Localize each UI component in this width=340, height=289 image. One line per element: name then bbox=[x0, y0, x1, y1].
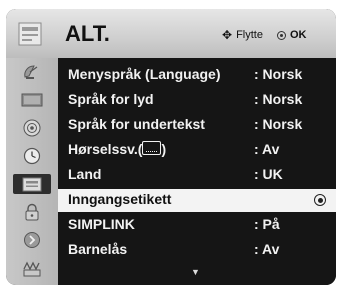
menu-row-label: Menyspråk (Language) bbox=[68, 66, 221, 82]
menu-row-label: Språk for lyd bbox=[68, 91, 154, 107]
ok-button-icon bbox=[276, 30, 286, 40]
sidebar-item-audio[interactable] bbox=[13, 118, 51, 138]
settings-panel: ALT. ✥ Flytte OK Menyspråk (Language): … bbox=[6, 9, 336, 285]
menu-row-input-label[interactable]: Inngangsetikett bbox=[58, 189, 336, 212]
category-sidebar bbox=[6, 58, 58, 285]
menu-row-value: : Norsk bbox=[254, 116, 303, 132]
sidebar-item-input[interactable] bbox=[13, 230, 51, 250]
menu-row-value: : På bbox=[254, 216, 280, 232]
sidebar-item-option[interactable] bbox=[13, 174, 51, 194]
menu-row-label: Land bbox=[68, 166, 102, 182]
sidebar-item-lock[interactable] bbox=[13, 202, 51, 222]
menu-row-label: Språk for undertekst bbox=[68, 116, 205, 132]
usb-media-icon bbox=[23, 261, 41, 277]
menu-row-label: Inngangsetikett bbox=[68, 191, 172, 207]
satellite-dish-icon bbox=[24, 65, 38, 79]
page-title: ALT. bbox=[65, 21, 110, 46]
sidebar-item-time[interactable] bbox=[13, 146, 51, 166]
four-way-arrow-icon: ✥ bbox=[222, 28, 233, 42]
subtitle-cc-icon bbox=[142, 141, 162, 155]
menu-row-child-lock[interactable]: Barnelås : Av bbox=[58, 239, 336, 262]
menu-row-simplink[interactable]: SIMPLINK : På bbox=[58, 214, 336, 237]
menu-header: ALT. ✥ Flytte OK bbox=[6, 9, 336, 58]
menu-row-label: Barnelås bbox=[68, 241, 128, 257]
menu-row-menu-language[interactable]: Menyspråk (Language) : Norsk bbox=[58, 64, 336, 87]
option-toolbox-icon bbox=[22, 177, 42, 192]
menu-row-value: : Norsk bbox=[254, 91, 303, 107]
settings-options-icon bbox=[10, 15, 50, 53]
menu-row-label: SIMPLINK bbox=[68, 216, 135, 232]
menu-row-audio-language[interactable]: Språk for lyd : Norsk bbox=[58, 89, 336, 112]
menu-row-value: : Norsk bbox=[254, 66, 303, 82]
sidebar-item-picture[interactable] bbox=[13, 90, 51, 110]
menu-row-value: : Av bbox=[254, 241, 280, 257]
navigation-hint: ✥ Flytte OK bbox=[222, 28, 306, 42]
menu-row-value: : UK bbox=[254, 166, 283, 182]
menu-row-subtitle-language[interactable]: Språk for undertekst : Norsk bbox=[58, 114, 336, 137]
menu-row-hearing-impaired[interactable]: Hørselssv.() : Av bbox=[58, 139, 336, 162]
sidebar-item-media[interactable] bbox=[13, 258, 51, 278]
menu-row-label: Hørselssv.() bbox=[68, 141, 167, 157]
scroll-down-icon[interactable]: ▼ bbox=[191, 267, 200, 277]
settings-list: Menyspråk (Language) : Norsk Språk for l… bbox=[58, 58, 336, 285]
picture-icon bbox=[21, 93, 43, 107]
lock-icon bbox=[25, 203, 39, 221]
clock-time-icon bbox=[23, 147, 41, 165]
move-hint-label: Flytte bbox=[236, 29, 263, 41]
sidebar-item-channels[interactable] bbox=[13, 62, 51, 82]
menu-row-value: : Av bbox=[254, 141, 280, 157]
speaker-audio-icon bbox=[23, 119, 41, 137]
input-plug-icon bbox=[24, 232, 40, 248]
menu-row-country[interactable]: Land : UK bbox=[58, 164, 336, 187]
ok-hint-label: OK bbox=[289, 29, 307, 41]
selected-radio-icon bbox=[314, 194, 326, 206]
